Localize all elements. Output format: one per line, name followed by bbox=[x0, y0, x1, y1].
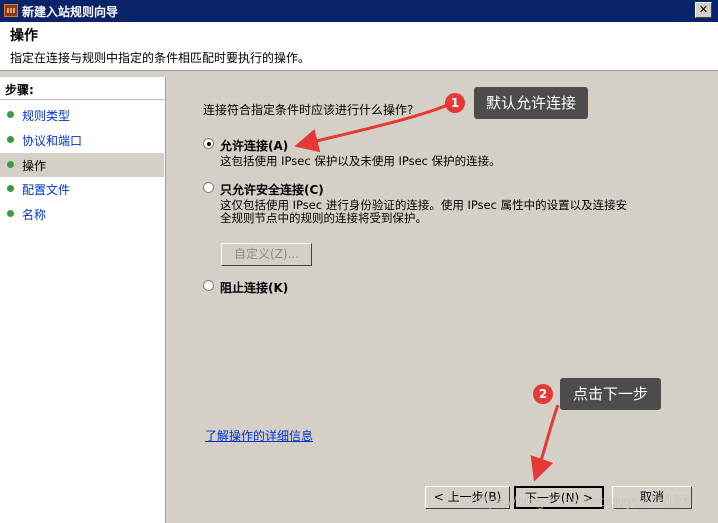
window-title: 新建入站规则向导 bbox=[22, 5, 119, 19]
sidebar-item-label: 规则类型 bbox=[22, 109, 71, 123]
sidebar-item-label: 配置文件 bbox=[22, 183, 71, 197]
steps-title: 步骤: bbox=[5, 83, 34, 97]
sidebar-item-label: 协议和端口 bbox=[22, 134, 83, 148]
customize-button[interactable]: 自定义(Z)... bbox=[221, 243, 312, 266]
annotation-badge-1: 1 bbox=[445, 93, 465, 113]
step-bullet-icon bbox=[7, 136, 14, 143]
watermark: https://blog.csdn.net/guyuelin123 bbox=[470, 495, 690, 510]
allow-secure-description-line2: 全规则节点中的规则的连接将受到保护。 bbox=[220, 211, 427, 225]
annotation-callout-2: 点击下一步 bbox=[560, 378, 661, 410]
firewall-icon bbox=[4, 4, 18, 17]
sidebar-item-action[interactable]: 操作 bbox=[0, 153, 164, 177]
sidebar-item-protocol-port[interactable]: 协议和端口 bbox=[0, 128, 164, 152]
sidebar-item-label: 名称 bbox=[22, 208, 47, 222]
step-bullet-icon bbox=[7, 185, 14, 192]
annotation-badge-2: 2 bbox=[533, 384, 553, 404]
step-bullet-icon bbox=[7, 210, 14, 217]
page-title: 操作 bbox=[10, 28, 38, 44]
allow-connection-label[interactable]: 允许连接(A) bbox=[220, 137, 288, 154]
wizard-header: 操作 指定在连接与规则中指定的条件相匹配时要执行的操作。 bbox=[0, 22, 718, 71]
allow-connection-description: 这包括使用 IPsec 保护以及未使用 IPsec 保护的连接。 bbox=[220, 154, 501, 168]
sidebar-item-rule-type[interactable]: 规则类型 bbox=[0, 103, 164, 127]
steps-divider bbox=[0, 99, 165, 100]
allow-secure-label[interactable]: 只允许安全连接(C) bbox=[220, 181, 324, 198]
action-question: 连接符合指定条件时应该进行什么操作? bbox=[203, 103, 414, 117]
close-button[interactable]: ✕ bbox=[695, 2, 712, 18]
learn-more-link[interactable]: 了解操作的详细信息 bbox=[205, 427, 313, 444]
sidebar-item-label: 操作 bbox=[22, 159, 47, 173]
block-connection-radio[interactable] bbox=[203, 280, 214, 291]
wizard-content: 连接符合指定条件时应该进行什么操作? 允许连接(A) 这包括使用 IPsec 保… bbox=[170, 77, 718, 523]
allow-connection-radio[interactable] bbox=[203, 138, 214, 149]
allow-secure-radio[interactable] bbox=[203, 182, 214, 193]
window-titlebar: 新建入站规则向导 ✕ bbox=[0, 0, 718, 22]
block-connection-label[interactable]: 阻止连接(K) bbox=[220, 279, 288, 296]
page-description: 指定在连接与规则中指定的条件相匹配时要执行的操作。 bbox=[10, 51, 311, 65]
sidebar-item-name[interactable]: 名称 bbox=[0, 202, 164, 226]
sidebar-item-profile[interactable]: 配置文件 bbox=[0, 177, 164, 201]
steps-sidebar: 步骤: 规则类型 协议和端口 操作 配置文件 名称 bbox=[0, 77, 166, 523]
step-bullet-icon bbox=[7, 111, 14, 118]
annotation-callout-1: 默认允许连接 bbox=[474, 87, 588, 119]
step-bullet-icon bbox=[7, 161, 14, 168]
